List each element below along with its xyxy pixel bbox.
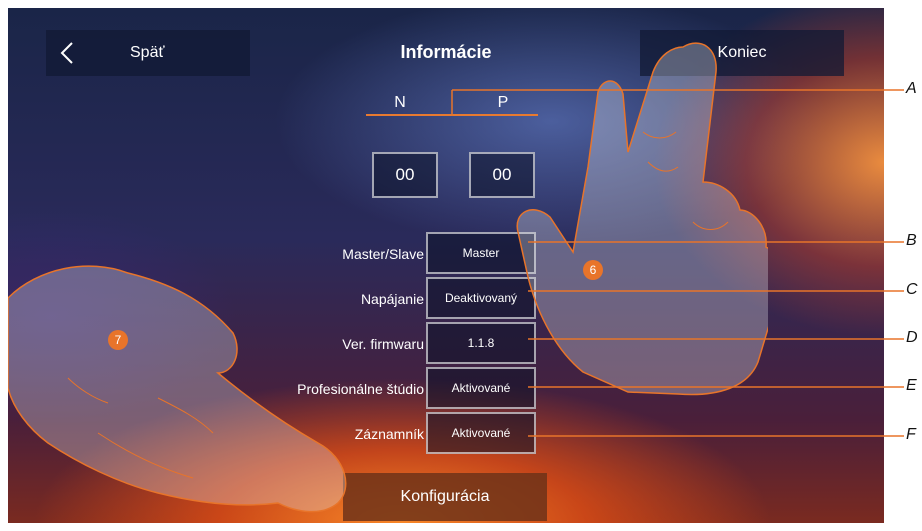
callout-letter: A: [906, 80, 917, 97]
callout-letter: B: [906, 232, 917, 249]
callout-letter: D: [906, 329, 918, 346]
callout-letter: F: [906, 426, 916, 443]
answering-machine-value[interactable]: Aktivované: [426, 412, 536, 454]
pointing-hand-left-icon: [8, 265, 347, 513]
master-slave-label: Master/Slave: [342, 246, 424, 262]
step-marker: 6: [583, 260, 603, 280]
power-label: Napájanie: [360, 291, 424, 307]
n-label: N: [394, 94, 406, 111]
callout-letter: E: [906, 377, 917, 394]
pointing-hand-right-icon: [516, 42, 768, 396]
configuration-button[interactable]: Konfigurácia: [343, 473, 547, 521]
configuration-button-label: Konfigurácia: [400, 488, 490, 505]
firmware-label: Ver. firmwaru: [342, 336, 424, 352]
callout-letter: C: [906, 281, 918, 298]
instruction-figure: Späť Informácie Koniec N P 00 00 Master/…: [0, 0, 922, 531]
n-value-field[interactable]: 00: [372, 152, 438, 198]
answering-machine-label: Záznamník: [354, 426, 424, 442]
step-marker: 7: [108, 330, 128, 350]
device-screen: Späť Informácie Koniec N P 00 00 Master/…: [8, 8, 884, 523]
